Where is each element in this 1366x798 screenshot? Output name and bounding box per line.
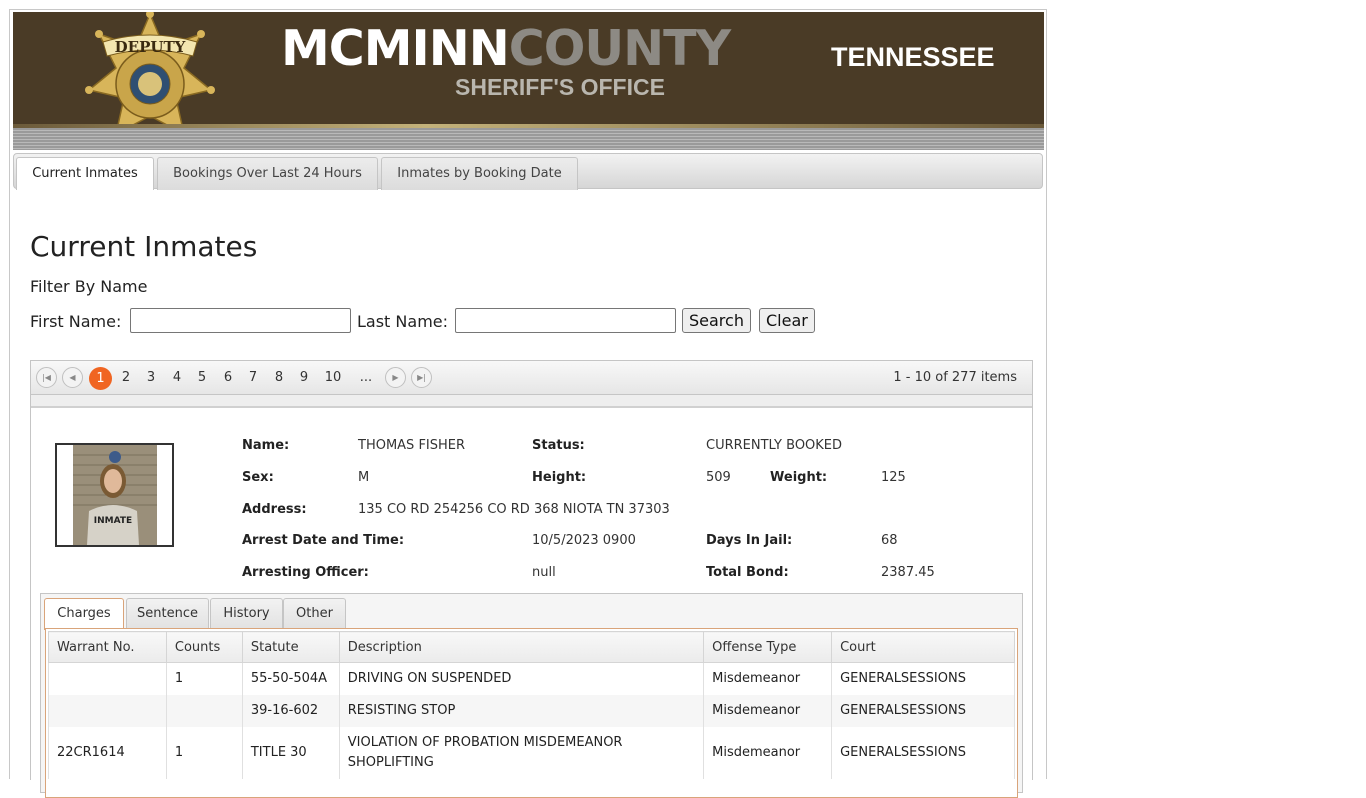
cell-court: GENERALSESSIONS	[831, 662, 1015, 695]
cell-offense-type: Misdemeanor	[703, 726, 833, 779]
name-label: Name:	[242, 438, 290, 453]
page-link-8[interactable]: 8	[268, 367, 290, 389]
tab-inmates-by-booking-date[interactable]: Inmates by Booking Date	[381, 157, 578, 190]
name-value: THOMAS FISHER	[358, 438, 466, 453]
tab-other[interactable]: Other	[283, 598, 346, 629]
page-link-7[interactable]: 7	[242, 367, 264, 389]
status-label: Status:	[532, 438, 585, 453]
status-value: CURRENTLY BOOKED	[706, 438, 843, 453]
col-court[interactable]: Court	[831, 631, 1015, 663]
detail-tabstrip: Charges Sentence History Other Warrant N…	[40, 593, 1023, 798]
page-frame: DEPUTY TN MCMINNCOUNTY TENNESSEE SHERIFF…	[9, 9, 1047, 798]
col-statute[interactable]: Statute	[241, 631, 340, 663]
page-link-5[interactable]: 5	[191, 367, 213, 389]
inmate-grid: |◀ ◀ 1 2 3 4 5 6 7 8 9 10 ... ▶ ▶| 1 - 1…	[30, 360, 1033, 798]
cell-description: DRIVING ON SUSPENDED	[338, 662, 705, 695]
total-bond-label: Total Bond:	[706, 565, 789, 580]
cell-counts: 1	[165, 662, 243, 695]
table-row: 1 55-50-504A DRIVING ON SUSPENDED Misdem…	[48, 662, 1015, 695]
table-row: 39-16-602 RESISTING STOP Misdemeanor GEN…	[48, 694, 1015, 727]
page-link-2[interactable]: 2	[115, 367, 137, 389]
weight-label: Weight:	[770, 470, 828, 485]
charges-table: Warrant No. Counts Statute Description O…	[48, 631, 1015, 779]
days-in-jail-label: Days In Jail:	[706, 533, 793, 548]
tab-history[interactable]: History	[210, 598, 283, 629]
days-in-jail-value: 68	[881, 533, 898, 548]
page-link-9[interactable]: 9	[293, 367, 315, 389]
next-page-icon[interactable]: ▶	[385, 367, 406, 388]
cell-warrant-no	[48, 694, 167, 727]
height-label: Height:	[532, 470, 587, 485]
mugshot-image: INMATE	[57, 445, 172, 545]
arresting-officer-label: Arresting Officer:	[242, 565, 369, 580]
filter-title: Filter By Name	[30, 277, 148, 296]
cell-counts	[165, 694, 243, 727]
sex-value: M	[358, 470, 370, 485]
tab-current-inmates[interactable]: Current Inmates	[16, 157, 154, 190]
site-logo-wordmark: MCMINNCOUNTY	[281, 24, 731, 73]
cell-warrant-no	[48, 662, 167, 695]
last-page-icon[interactable]: ▶|	[411, 367, 432, 388]
prev-page-icon[interactable]: ◀	[62, 367, 83, 388]
grid-pager: |◀ ◀ 1 2 3 4 5 6 7 8 9 10 ... ▶ ▶| 1 - 1…	[31, 361, 1032, 395]
logo-part-2: COUNTY	[508, 20, 731, 77]
page-link-4[interactable]: 4	[166, 367, 188, 389]
height-value: 509	[706, 470, 731, 485]
cell-description: RESISTING STOP	[338, 694, 705, 727]
logo-state: TENNESSEE	[831, 42, 995, 72]
weight-value: 125	[881, 470, 906, 485]
arresting-officer-value: null	[532, 565, 556, 580]
logo-subtitle: SHERIFF'S OFFICE	[455, 74, 665, 100]
cell-statute: TITLE 30	[241, 726, 340, 779]
photo-shirt-text: INMATE	[94, 516, 132, 526]
arrest-date-label: Arrest Date and Time:	[242, 533, 405, 548]
page-link-3[interactable]: 3	[140, 367, 162, 389]
cell-offense-type: Misdemeanor	[703, 662, 833, 695]
first-name-input[interactable]	[130, 308, 351, 333]
site-banner: DEPUTY TN MCMINNCOUNTY TENNESSEE SHERIFF…	[13, 12, 1044, 150]
cell-counts: 1	[165, 726, 243, 779]
cell-statute: 55-50-504A	[241, 662, 340, 695]
total-bond-value: 2387.45	[881, 565, 935, 580]
page-link-1[interactable]: 1	[89, 367, 112, 390]
charges-panel: Warrant No. Counts Statute Description O…	[45, 628, 1018, 798]
badge-top-text: DEPUTY	[115, 38, 186, 56]
last-name-input[interactable]	[455, 308, 676, 333]
page-link-more[interactable]: ...	[355, 367, 377, 389]
banner-stripes	[13, 124, 1044, 150]
cell-statute: 39-16-602	[241, 694, 340, 727]
main-tabstrip: Current Inmates Bookings Over Last 24 Ho…	[13, 153, 1043, 190]
col-counts[interactable]: Counts	[165, 631, 243, 663]
last-name-label: Last Name:	[357, 312, 449, 331]
col-warrant-no[interactable]: Warrant No.	[48, 631, 167, 663]
first-name-label: First Name:	[30, 312, 122, 331]
col-description[interactable]: Description	[338, 631, 705, 663]
search-button[interactable]: Search	[682, 308, 751, 333]
grid-header-bar	[31, 395, 1032, 408]
tab-sentence[interactable]: Sentence	[126, 598, 209, 629]
page-link-6[interactable]: 6	[217, 367, 239, 389]
cell-court: GENERALSESSIONS	[831, 726, 1015, 779]
address-value: 135 CO RD 254256 CO RD 368 NIOTA TN 3730…	[358, 502, 670, 517]
page-title: Current Inmates	[30, 230, 258, 263]
address-label: Address:	[242, 502, 307, 517]
tab-bookings-last-24-hours[interactable]: Bookings Over Last 24 Hours	[157, 157, 378, 190]
first-page-icon[interactable]: |◀	[36, 367, 57, 388]
col-offense-type[interactable]: Offense Type	[703, 631, 833, 663]
page-link-10[interactable]: 10	[322, 367, 344, 389]
clear-button[interactable]: Clear	[759, 308, 815, 333]
arrest-date-value: 10/5/2023 0900	[532, 533, 636, 548]
sex-label: Sex:	[242, 470, 274, 485]
cell-warrant-no: 22CR1614	[48, 726, 167, 779]
inmate-photo: INMATE	[55, 443, 174, 547]
table-row: 22CR1614 1 TITLE 30 VIOLATION OF PROBATI…	[48, 726, 1015, 779]
cell-court: GENERALSESSIONS	[831, 694, 1015, 727]
cell-offense-type: Misdemeanor	[703, 694, 833, 727]
tab-charges[interactable]: Charges	[44, 598, 124, 630]
pager-info: 1 - 10 of 277 items	[893, 370, 1017, 385]
logo-part-1: MCMINN	[281, 20, 510, 77]
cell-description: VIOLATION OF PROBATION MISDEMEANOR SHOPL…	[338, 726, 705, 779]
